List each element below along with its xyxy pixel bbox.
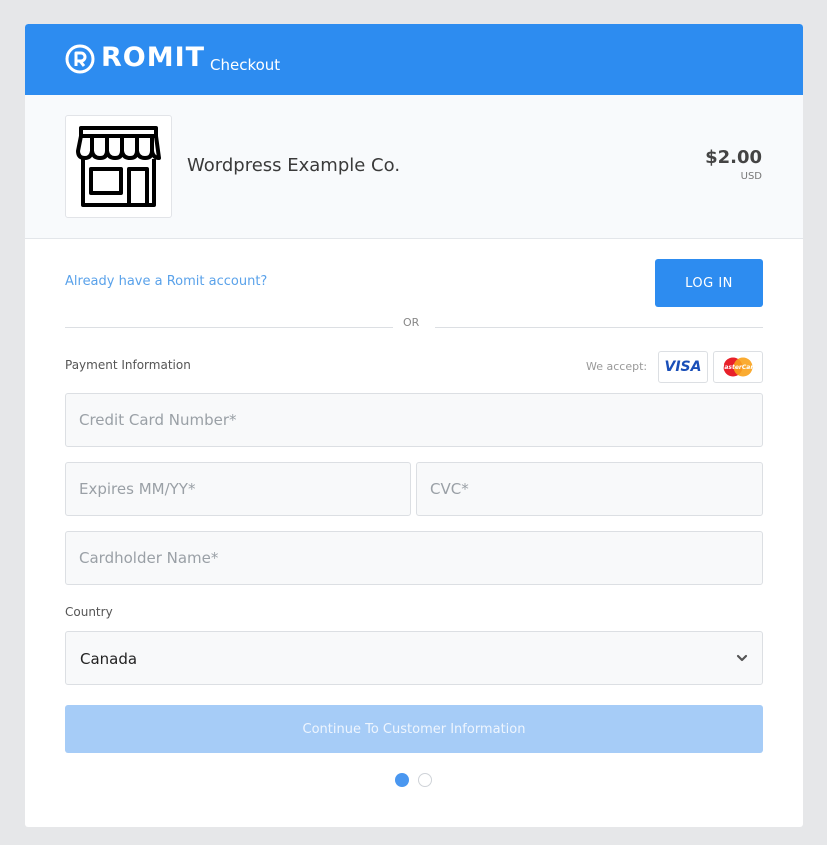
cvc-input[interactable] [416, 462, 763, 516]
expiry-input[interactable] [65, 462, 411, 516]
storefront-icon [76, 126, 161, 207]
log-in-button[interactable]: LOG IN [655, 259, 763, 307]
visa-text: VISA [664, 359, 702, 375]
mastercard-text: MasterCard [718, 364, 758, 371]
accepted-cards-label: We accept: [586, 360, 648, 373]
merchant-logo [65, 115, 172, 218]
country-selected-value: Canada [80, 650, 138, 668]
checkout-header: ROMIT Checkout [25, 24, 803, 95]
merchant-panel: Wordpress Example Co. $2.00 USD [25, 95, 803, 239]
card-number-input[interactable] [65, 393, 763, 447]
existing-account-link[interactable]: Already have a Romit account? [65, 273, 267, 291]
merchant-name: Wordpress Example Co. [187, 155, 401, 176]
mastercard-icon: MasterCard [713, 351, 763, 383]
divider-left [65, 327, 393, 328]
country-select[interactable]: Canada [65, 631, 763, 685]
step-indicator-active [395, 773, 409, 787]
romit-logo-icon [65, 44, 95, 74]
or-divider-text: OR [403, 316, 420, 329]
chevron-down-icon [736, 654, 748, 662]
cardholder-name-input[interactable] [65, 531, 763, 585]
order-total: $2.00 [705, 147, 762, 168]
country-label: Country [65, 605, 113, 619]
payment-section-label: Payment Information [65, 358, 191, 372]
divider-right [435, 327, 763, 328]
brand-name: ROMIT [101, 42, 206, 73]
step-indicator-inactive [418, 773, 432, 787]
checkout-card: ROMIT Checkout Wordpress Example Co. $2.… [25, 24, 803, 827]
currency-code: USD [740, 171, 762, 182]
header-subtitle: Checkout [210, 56, 281, 74]
visa-icon: VISA [658, 351, 708, 383]
continue-button[interactable]: Continue To Customer Information [65, 705, 763, 753]
